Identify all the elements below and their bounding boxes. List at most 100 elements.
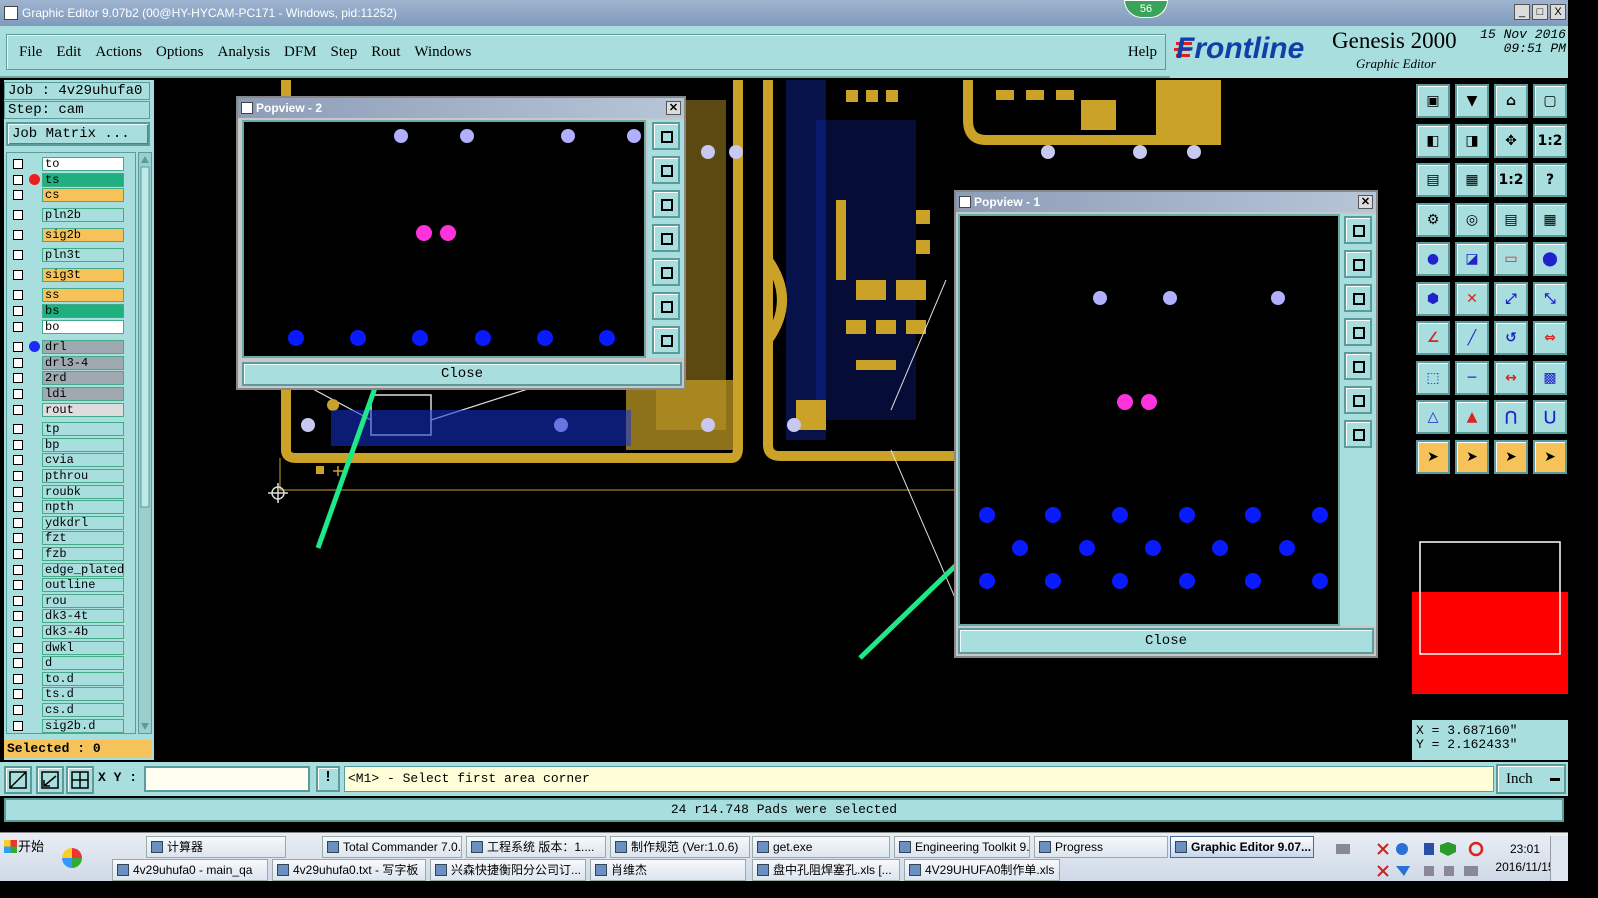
tool-add-vector-icon[interactable]: ⤢ xyxy=(1494,281,1528,316)
taskbar-item[interactable]: get.exe xyxy=(752,836,890,858)
layer-row-dk3-4b[interactable]: dk3-4b xyxy=(7,625,135,639)
tool-zoom-fit-icon[interactable]: ✥ xyxy=(1494,123,1528,158)
tool-arc-a-icon[interactable]: ⋂ xyxy=(1494,400,1528,434)
taskbar-item[interactable]: 兴森快捷衡阳分公司订... xyxy=(430,859,586,881)
layer-row-drl[interactable]: drl xyxy=(7,340,135,355)
layer-name[interactable]: drl3-4 xyxy=(42,355,124,370)
layer-row-to.d[interactable]: to.d xyxy=(7,671,135,686)
xy-input[interactable] xyxy=(144,766,310,792)
layer-row-pln3t[interactable]: pln3t xyxy=(7,248,135,263)
tool-minus-icon[interactable]: ─ xyxy=(1455,360,1489,395)
tool-zoom-out-icon[interactable]: ▦ xyxy=(1455,163,1489,197)
layer-name[interactable]: sig2b.d xyxy=(42,718,124,733)
layer-row-ldi[interactable]: ldi xyxy=(7,387,135,401)
popview-2-tool-zoom-home-icon[interactable] xyxy=(652,122,680,150)
popview-2-close-icon[interactable]: ✕ xyxy=(666,101,681,115)
layer-checkbox[interactable] xyxy=(13,658,23,669)
layer-row-sig2b.d[interactable]: sig2b.d xyxy=(7,718,135,733)
tool-zoom-prev-icon[interactable]: ▼ xyxy=(1455,84,1489,118)
tool-ruler-icon[interactable]: ▭ xyxy=(1494,242,1528,276)
layer-row-ss[interactable]: ss xyxy=(7,288,135,303)
layer-name[interactable]: cs xyxy=(42,188,124,203)
tool-layers-view-icon[interactable]: ▦ xyxy=(1533,202,1567,237)
layer-name[interactable]: pln2b xyxy=(42,208,124,223)
taskbar-item[interactable]: Graphic Editor 9.07... xyxy=(1170,836,1314,858)
layer-name[interactable]: ss xyxy=(42,288,124,303)
job-matrix-button[interactable]: Job Matrix ... xyxy=(6,122,150,146)
layer-name[interactable]: cvia xyxy=(42,453,124,468)
layer-checkbox[interactable] xyxy=(13,689,23,700)
layer-name[interactable]: roubk xyxy=(42,484,124,499)
tool-pointer-move-icon[interactable]: ➤ xyxy=(1455,439,1489,474)
layer-name[interactable]: d xyxy=(42,656,124,671)
taskbar-item[interactable]: Total Commander 7.0... xyxy=(322,836,462,858)
tool-triangle-b-icon[interactable]: ▲ xyxy=(1455,400,1489,434)
layer-name[interactable]: ts xyxy=(42,172,124,187)
layer-checkbox[interactable] xyxy=(13,210,23,221)
layer-row-cs[interactable]: cs xyxy=(7,188,135,203)
layer-checkbox[interactable] xyxy=(13,564,23,575)
layer-row-bo[interactable]: bo xyxy=(7,320,135,335)
layer-name[interactable]: bs xyxy=(42,304,124,319)
layer-name[interactable]: cs.d xyxy=(42,703,124,717)
tool-config-icon[interactable]: ⚙ xyxy=(1416,202,1450,237)
layer-row-pthrou[interactable]: pthrou xyxy=(7,469,135,483)
layer-checkbox[interactable] xyxy=(13,502,23,513)
tool-target-icon[interactable]: ◎ xyxy=(1455,202,1489,237)
layer-checkbox[interactable] xyxy=(13,322,23,333)
tool-layout-icon[interactable]: ▩ xyxy=(1533,360,1567,395)
tool-color-select-icon[interactable]: ◪ xyxy=(1455,242,1489,276)
layer-name[interactable]: npth xyxy=(42,500,124,515)
layer-checkbox[interactable] xyxy=(13,486,23,497)
taskbar-item[interactable]: 4V29UHUFA0制作单.xls ... xyxy=(904,859,1060,881)
layer-row-ydkdrl[interactable]: ydkdrl xyxy=(7,515,135,530)
layer-row-fzt[interactable]: fzt xyxy=(7,531,135,546)
popview-1-window[interactable]: Popview - 1 ✕ Close xyxy=(954,190,1378,658)
taskbar-item[interactable]: 工程系统 版本：1.... xyxy=(466,836,606,858)
layer-checkbox[interactable] xyxy=(13,471,23,481)
units-selector[interactable]: Inch xyxy=(1496,764,1566,794)
layer-checkbox[interactable] xyxy=(13,159,23,169)
layer-name[interactable]: pthrou xyxy=(42,469,124,483)
layer-name[interactable]: fzt xyxy=(42,531,124,546)
popview-2-tool-pan-down-icon[interactable] xyxy=(652,190,680,218)
tool-pointer-group-icon[interactable]: ➤ xyxy=(1533,439,1567,474)
layer-name[interactable]: dwkl xyxy=(42,640,124,655)
layer-checkbox[interactable] xyxy=(13,174,23,185)
layer-name[interactable]: sig3t xyxy=(42,268,124,283)
popview-1-view[interactable] xyxy=(958,214,1340,626)
tool-zoom-home-icon[interactable]: ▣ xyxy=(1416,84,1450,118)
layer-name[interactable]: ts.d xyxy=(42,687,124,702)
layer-row-rout[interactable]: rout xyxy=(7,402,135,417)
layer-name[interactable]: 2rd xyxy=(42,371,124,386)
show-desktop-button[interactable] xyxy=(1550,836,1568,881)
measure-mode-icon[interactable] xyxy=(36,766,64,794)
menu-file[interactable]: File xyxy=(19,44,42,61)
menu-options[interactable]: Options xyxy=(156,44,204,61)
layer-checkbox[interactable] xyxy=(13,439,23,450)
layer-checkbox[interactable] xyxy=(13,306,23,317)
popview-2-tool-pan-right-icon[interactable] xyxy=(652,258,680,286)
taskbar-item[interactable]: 计算器 xyxy=(146,836,286,858)
taskbar-item[interactable]: Engineering Toolkit 9.... xyxy=(894,836,1030,858)
tool-pointer-edit-icon[interactable]: ➤ xyxy=(1494,439,1528,474)
tool-pan-right-icon[interactable]: ◨ xyxy=(1455,123,1489,158)
tool-stackup-icon[interactable]: ▤ xyxy=(1494,202,1528,237)
layer-checkbox[interactable] xyxy=(13,533,23,544)
layer-checkbox[interactable] xyxy=(13,250,23,261)
tool-pan-left-icon[interactable]: ◧ xyxy=(1416,123,1450,158)
popview-1-close-icon[interactable]: ✕ xyxy=(1358,195,1373,209)
grid-mode-icon[interactable] xyxy=(66,766,94,794)
layer-row-edge_plated[interactable]: edge_plated xyxy=(7,562,135,577)
popview-2-titlebar[interactable]: Popview - 2 ✕ xyxy=(238,98,684,118)
layer-name[interactable]: dk3-4t xyxy=(42,609,124,624)
snap-mode-icon[interactable] xyxy=(4,766,32,794)
layer-row-bs[interactable]: bs xyxy=(7,304,135,319)
maximize-button[interactable]: □ xyxy=(1532,4,1548,20)
layer-row-ts.d[interactable]: ts.d xyxy=(7,687,135,702)
tool-undo-icon[interactable]: ↺ xyxy=(1494,321,1528,355)
layer-row-ts[interactable]: ts xyxy=(7,172,135,187)
layer-name[interactable]: ydkdrl xyxy=(42,515,124,530)
layer-name[interactable]: to.d xyxy=(42,671,124,686)
popview-1-close-button[interactable]: Close xyxy=(958,628,1374,654)
